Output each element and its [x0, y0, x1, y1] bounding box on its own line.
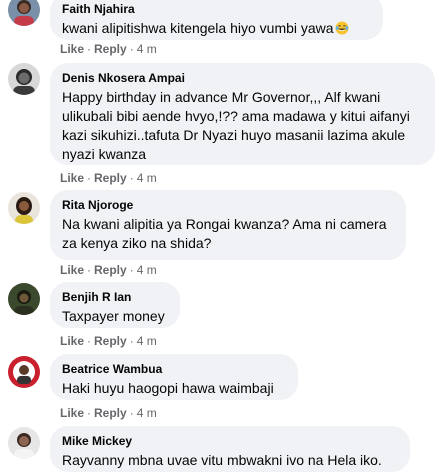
comment-timestamp[interactable]: 4 m: [137, 171, 157, 185]
avatar[interactable]: [8, 63, 40, 95]
comment-author[interactable]: Mike Mickey: [62, 433, 398, 449]
comment-author[interactable]: Denis Nkosera Ampai: [62, 70, 423, 86]
comment-timestamp[interactable]: 4 m: [137, 406, 157, 420]
comment-timestamp[interactable]: 4 m: [137, 42, 157, 56]
separator: ·: [129, 42, 134, 56]
comment-bubble: Mike Mickey Rayvanny mbna uvae vitu mbwa…: [50, 426, 410, 472]
avatar[interactable]: [8, 356, 40, 388]
comment-bubble: Benjih R Ian Taxpayer money: [50, 282, 180, 328]
avatar[interactable]: [8, 427, 40, 459]
comment-bubble: Rita Njoroge Na kwani alipitia ya Rongai…: [50, 190, 406, 260]
like-button[interactable]: Like: [60, 334, 84, 348]
comment-actions: Like · Reply · 4 m: [60, 333, 157, 349]
comment-text: Rayvanny mbna uvae vitu mbwakni ivo na H…: [62, 452, 382, 468]
separator: ·: [87, 263, 92, 277]
separator: ·: [129, 263, 134, 277]
like-button[interactable]: Like: [60, 171, 84, 185]
comment-author[interactable]: Faith Njahira: [62, 1, 371, 17]
separator: ·: [87, 171, 92, 185]
separator: ·: [87, 334, 92, 348]
separator: ·: [87, 42, 92, 56]
comment-author[interactable]: Beatrice Wambua: [62, 361, 286, 377]
comment-timestamp[interactable]: 4 m: [137, 263, 157, 277]
separator: ·: [87, 406, 92, 420]
like-button[interactable]: Like: [60, 42, 84, 56]
comment-text: Haki huyu haogopi hawa waimbaji: [62, 380, 274, 396]
reply-button[interactable]: Reply: [94, 334, 127, 348]
comment-author[interactable]: Benjih R Ian: [62, 289, 168, 305]
comment-actions: Like · Reply · 4 m: [60, 262, 157, 278]
avatar[interactable]: [8, 192, 40, 224]
like-button[interactable]: Like: [60, 263, 84, 277]
reply-button[interactable]: Reply: [94, 171, 127, 185]
reply-button[interactable]: Reply: [94, 406, 127, 420]
comment-text: Taxpayer money: [62, 308, 165, 324]
comment-bubble: Denis Nkosera Ampai Happy birthday in ad…: [50, 63, 435, 165]
comment-actions: Like · Reply · 4 m: [60, 405, 157, 421]
comment-timestamp[interactable]: 4 m: [137, 334, 157, 348]
comment-text: kwani alipitishwa kitengela hiyo vumbi y…: [62, 19, 371, 38]
comment-bubble: Beatrice Wambua Haki huyu haogopi hawa w…: [50, 354, 298, 400]
comment-author[interactable]: Rita Njoroge: [62, 197, 394, 213]
laughing-crying-emoji-icon: [335, 21, 349, 35]
like-button[interactable]: Like: [60, 406, 84, 420]
avatar[interactable]: [8, 0, 40, 26]
reply-button[interactable]: Reply: [94, 263, 127, 277]
separator: ·: [129, 171, 134, 185]
reply-button[interactable]: Reply: [94, 42, 127, 56]
separator: ·: [129, 406, 134, 420]
comment-actions: Like · Reply · 4 m: [60, 170, 157, 186]
comment-actions: Like · Reply · 4 m: [60, 41, 157, 57]
comment-text-content: kwani alipitishwa kitengela hiyo vumbi y…: [62, 20, 334, 36]
avatar[interactable]: [8, 283, 40, 315]
separator: ·: [129, 334, 134, 348]
comment-bubble: Faith Njahira kwani alipitishwa kitengel…: [50, 0, 383, 40]
comment-text: Na kwani alipitia ya Rongai kwanza? Ama …: [62, 216, 387, 251]
comment-text: Happy birthday in advance Mr Governor,,,…: [62, 89, 410, 162]
